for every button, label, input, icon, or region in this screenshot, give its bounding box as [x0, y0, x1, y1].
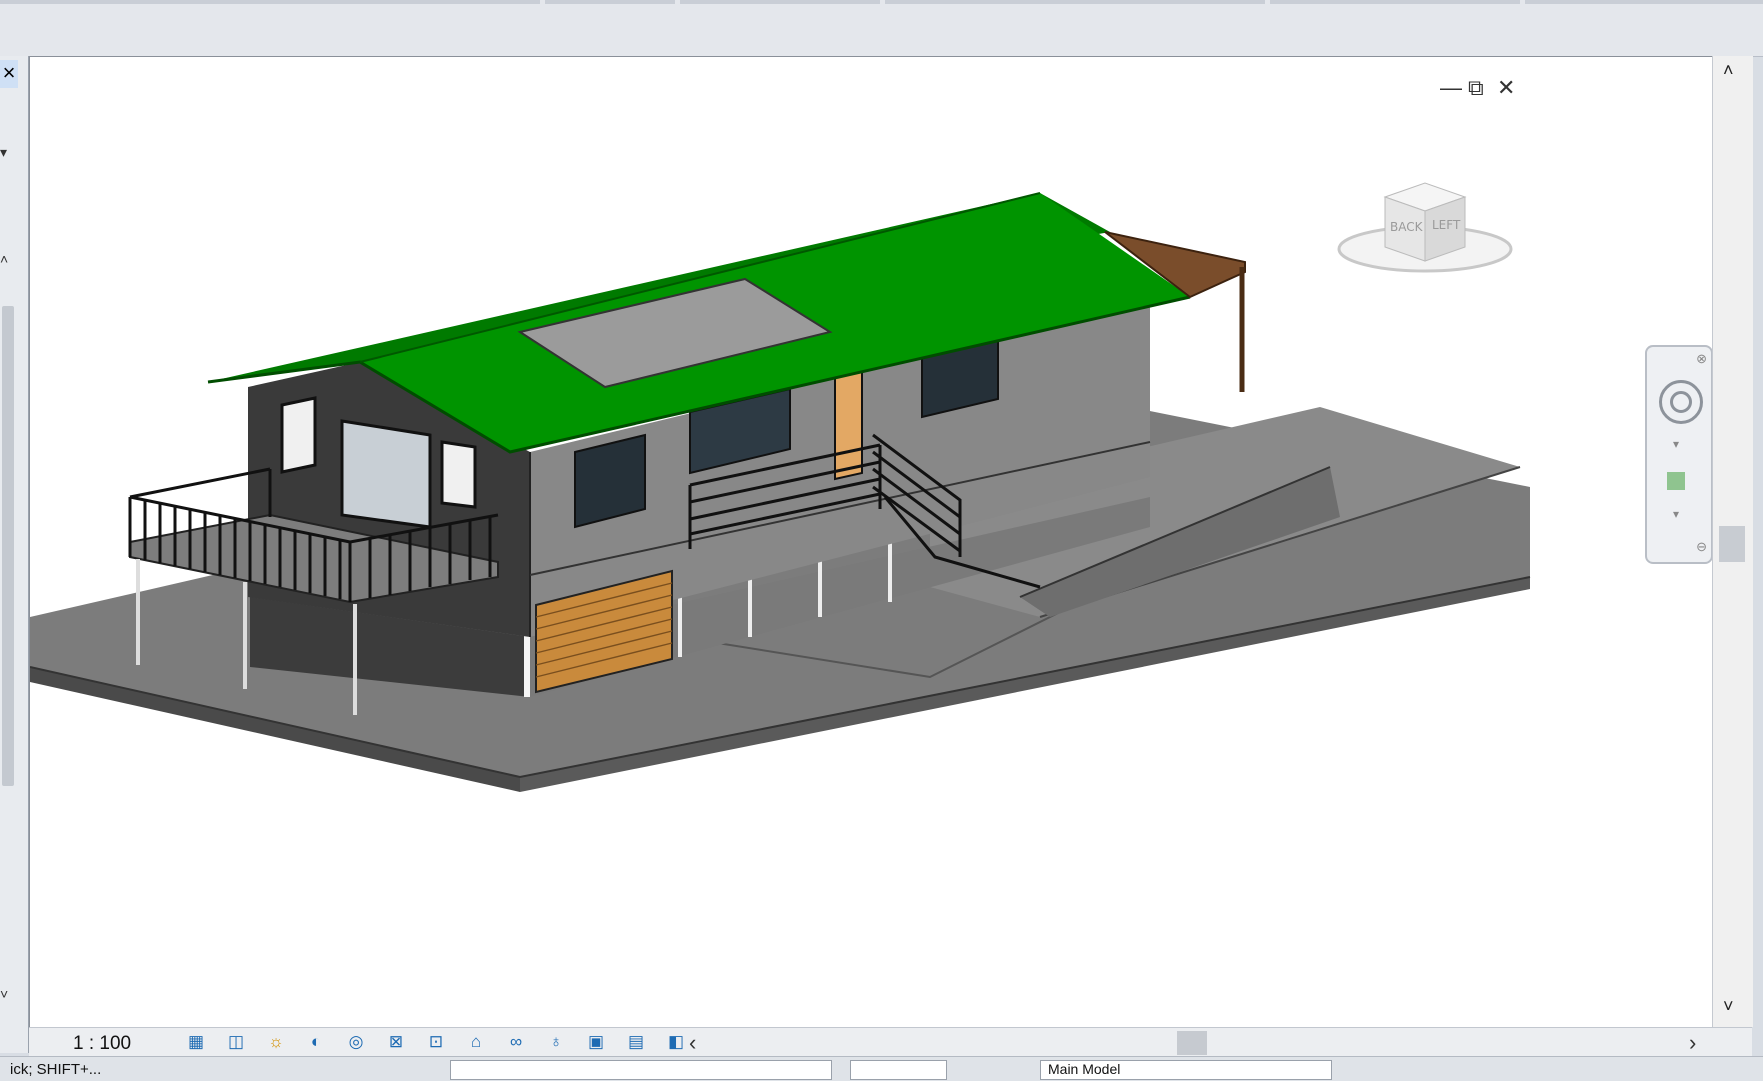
window [340, 419, 432, 529]
zoom-icon[interactable] [1667, 472, 1685, 490]
panel-scrollbar[interactable] [2, 306, 14, 786]
shadows-icon[interactable]: ◐ [299, 1031, 333, 1053]
viewcube-face-left: LEFT [1432, 218, 1461, 232]
render-icon[interactable]: ◎ [339, 1031, 373, 1053]
scroll-down-icon[interactable]: ˅ [1723, 996, 1734, 1017]
steering-wheel-icon[interactable] [1659, 380, 1703, 424]
dropdown-arrow-icon[interactable]: ▾ [0, 144, 7, 161]
tab-strip-segment [1525, 0, 1763, 4]
crop-view-icon[interactable]: ⊠ [379, 1031, 413, 1053]
navigation-bar: ⊗ ▾ ▾ ⊖ [1645, 345, 1713, 564]
view-scale[interactable]: 1 : 100 [73, 1033, 131, 1055]
scroll-up-icon[interactable]: ˄ [1723, 60, 1734, 81]
tab-strip-segment [1270, 0, 1520, 4]
restore-icon[interactable]: ⧉ [1468, 75, 1484, 101]
status-field[interactable] [850, 1060, 947, 1080]
show-crop-region-icon[interactable]: ⊡ [419, 1031, 453, 1053]
tab-strip-segment [0, 0, 540, 4]
scroll-up-icon[interactable]: ˄ [0, 251, 8, 267]
hide-analytical-model-icon[interactable]: ◧ [659, 1031, 693, 1053]
top-ribbon-area [0, 0, 1763, 57]
properties-panel: × ▾ ˄ ˅ [0, 56, 29, 1053]
scroll-down-icon[interactable]: ˅ [0, 986, 8, 1002]
vertical-scrollbar[interactable]: ˄ ˅ [1712, 56, 1753, 1027]
tab-strip-segment [545, 0, 675, 4]
view-control-bar: 1 : 100 ▦ ◫ ☼ ◐ ◎ ⊠ ⊡ ⌂ ∞ ♁ ▣ ▤ ◧ ‹ › [29, 1027, 1752, 1057]
model-label: Main Model [1048, 1061, 1121, 1077]
door [834, 362, 863, 481]
chevron-down-icon[interactable]: ▾ [1673, 437, 1679, 451]
window [280, 396, 317, 474]
navbar-options-icon[interactable]: ⊖ [1696, 539, 1707, 555]
chevron-left-icon[interactable]: ‹ [689, 1030, 696, 1056]
viewcube[interactable]: BACK LEFT [1335, 167, 1515, 282]
temporary-hide-icon[interactable]: ∞ [499, 1031, 533, 1053]
sun-path-icon[interactable]: ☼ [259, 1031, 293, 1053]
view-control-icons: ▦ ◫ ☼ ◐ ◎ ⊠ ⊡ ⌂ ∞ ♁ ▣ ▤ ◧ [179, 1031, 693, 1053]
temporary-view-properties-icon[interactable]: ▣ [579, 1031, 613, 1053]
status-bar: ick; SHIFT+... Main Model [0, 1056, 1763, 1081]
unlock-3d-view-icon[interactable]: ⌂ [459, 1031, 493, 1053]
status-tip: ick; SHIFT+... [10, 1061, 102, 1078]
viewcube-face-back: BACK [1390, 220, 1424, 234]
navbar-close-icon[interactable]: ⊗ [1696, 351, 1707, 367]
reveal-hidden-icon[interactable]: ♁ [539, 1031, 573, 1053]
minimize-icon[interactable]: — [1440, 75, 1462, 101]
3d-view-canvas[interactable]: — ⧉ ✕ BACK LEFT [29, 56, 1714, 1029]
horizontal-scrollbar-thumb[interactable] [1177, 1031, 1207, 1055]
tab-strip-segment [680, 0, 880, 4]
chevron-down-icon[interactable]: ▾ [1673, 507, 1679, 521]
visual-style-icon[interactable]: ◫ [219, 1031, 253, 1053]
tab-strip-segment [885, 0, 1265, 4]
panel-close-icon[interactable]: × [0, 60, 18, 88]
workset-field[interactable] [450, 1060, 832, 1080]
detail-level-icon[interactable]: ▦ [179, 1031, 213, 1053]
highlight-displacement-icon[interactable]: ▤ [619, 1031, 653, 1053]
window [440, 440, 477, 509]
scrollbar-thumb[interactable] [1719, 526, 1745, 562]
close-icon[interactable]: ✕ [1497, 75, 1515, 101]
chevron-right-icon[interactable]: › [1689, 1030, 1696, 1056]
